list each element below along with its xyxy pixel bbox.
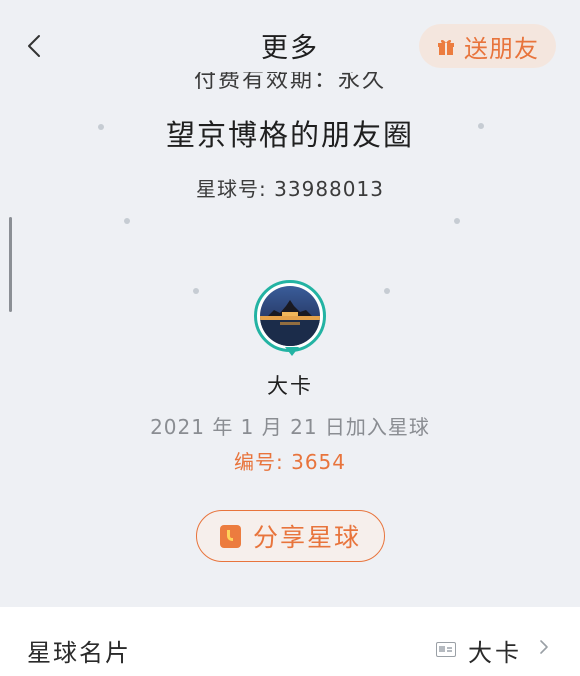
planet-id: 星球号: 33988013: [196, 177, 384, 201]
chevron-right-icon: [540, 640, 548, 654]
planet-name: 望京博格的朋友圈: [165, 118, 414, 152]
decor-dot: [98, 124, 104, 130]
share-icon: [219, 524, 241, 548]
decor-dot: [193, 288, 199, 294]
gift-to-friend-button[interactable]: 送朋友: [419, 24, 556, 68]
more-page: 更多 送朋友 付费有效期：永久 望京博格的朋友圈 星球号: 33988013 大…: [0, 0, 580, 676]
avatar-pointer: [285, 347, 299, 356]
scrollbar[interactable]: [9, 217, 12, 312]
decor-dot: [478, 123, 484, 129]
gift-icon: [438, 39, 454, 55]
decor-dot: [454, 218, 460, 224]
member-number: 编号: 3654: [234, 450, 346, 474]
share-planet-button[interactable]: 分享星球: [196, 510, 385, 562]
card-row-value: 大卡: [468, 639, 522, 667]
member-name: 大卡: [267, 374, 313, 398]
avatar[interactable]: [254, 280, 326, 356]
card-row-label: 星球名片: [27, 639, 131, 667]
decor-dot: [384, 288, 390, 294]
share-button-label: 分享星球: [252, 523, 361, 552]
gift-button-label: 送朋友: [464, 34, 539, 63]
subscription-validity: 付费有效期：永久: [193, 72, 386, 90]
decor-dot: [124, 218, 130, 224]
join-date: 2021 年 1 月 21 日加入星球: [150, 415, 430, 439]
clipped-text-row: 付费有效期：永久: [0, 72, 580, 90]
avatar-image: [260, 286, 320, 346]
planet-card-row[interactable]: 星球名片 大卡: [0, 607, 580, 676]
id-card-icon: [436, 642, 456, 657]
